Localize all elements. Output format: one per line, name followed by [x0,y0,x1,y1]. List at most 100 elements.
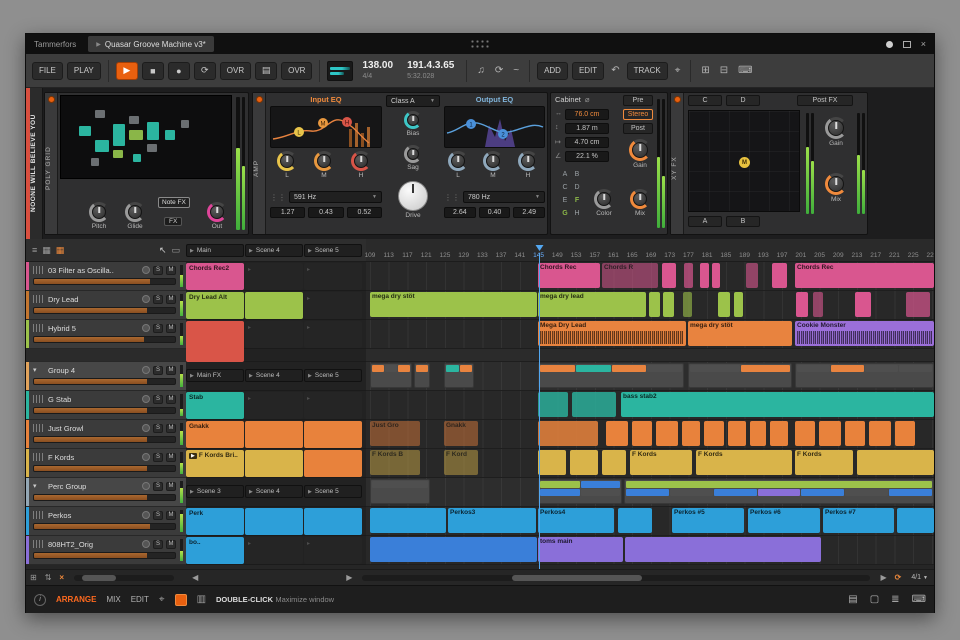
launcher-clip[interactable]: bo.. [186,537,244,564]
fx-chip[interactable]: FX [164,217,183,226]
track-name[interactable]: Perkos [48,511,139,520]
arranger-clip[interactable] [370,537,537,562]
mute-button[interactable]: M [166,539,176,549]
arranger-clip[interactable]: F Kord [444,450,478,475]
input-high-value[interactable]: 0.52 [346,207,382,218]
launcher-clip[interactable] [245,508,303,535]
arranger-clip[interactable] [770,421,788,446]
arm-button[interactable] [142,453,150,461]
track-row[interactable]: Dry Lead S M [26,291,186,320]
track-name[interactable]: Perc Group [48,482,139,491]
launcher-clip[interactable] [245,450,303,477]
arranger-clip[interactable] [538,450,566,475]
arranger-lane[interactable]: F Kords BF Kord F Kords F Kords F Kords [366,449,934,478]
track-row[interactable]: Perkos S M [26,507,186,536]
arranger-clip[interactable] [796,292,808,317]
arranger-clip[interactable] [746,263,758,288]
scene-header[interactable]: ▶ Scene 5 [304,363,362,390]
post-button[interactable]: Post [623,123,653,134]
cue-loop-icon[interactable]: ⟳ [492,65,506,76]
launcher-scroll-right[interactable]: ▶ [342,573,356,582]
pre-button[interactable]: Pre [623,95,653,106]
solo-button[interactable]: S [153,265,163,275]
arranger-lane[interactable] [366,362,934,391]
arranger-clip[interactable] [795,421,815,446]
arranger-clip[interactable]: Perkos3 [448,508,536,533]
arranger-clip[interactable] [656,421,678,446]
arranger-clip[interactable] [572,392,616,417]
panel-layout-icon[interactable]: ⊞ [698,65,712,76]
layered-edit-icon[interactable]: ▤ [255,61,278,80]
grid-module[interactable] [113,124,125,146]
launcher-clip[interactable]: Perk [186,508,244,535]
track-row[interactable]: ▾ Perc Group S M [26,478,186,507]
volume-fader[interactable] [33,494,176,501]
time-select-tool-icon[interactable]: ▭ [171,245,180,256]
clear-icon[interactable]: × [55,573,68,582]
mute-button[interactable]: M [166,423,176,433]
input-mid-knob[interactable]: M [308,151,340,179]
launcher-scroll-left[interactable]: ◀ [188,573,202,582]
arranger-clip[interactable]: Cookie Monster [795,321,934,346]
post-fx-button[interactable]: Post FX [797,95,853,106]
swap-order-icon[interactable]: ⇅ [41,573,56,582]
arranger-clip[interactable] [370,508,446,533]
arranger-clip[interactable] [625,537,821,562]
arm-button[interactable] [142,482,150,490]
xy-pad[interactable]: M [688,110,800,212]
track-name[interactable]: G Stab [48,395,139,404]
expand-tracks-icon[interactable]: ⊞ [26,573,41,582]
amp-mode-select[interactable]: Class A ▼ [386,95,440,107]
play-menu-button[interactable]: PLAY [66,61,101,80]
arranger-clip[interactable] [906,292,930,317]
output-low-value[interactable]: 2.64 [444,207,476,218]
arranger-clip[interactable]: Perkos4 [538,508,614,533]
track-name[interactable]: Hybrid 5 [48,324,139,333]
xy-b-button[interactable]: B [726,216,760,227]
launcher-clip[interactable]: Chords Rec2 [186,263,244,290]
device-power-icon[interactable] [256,96,263,103]
solo-button[interactable]: S [153,539,163,549]
arranger-lane[interactable]: Perkos3 Perkos4 Perkos #5 Perkos #6 Perkos #… [366,507,934,536]
cab-size-value[interactable]: 76.0 cm [565,109,609,120]
mixer-panel-icon[interactable]: ▤ [848,594,857,605]
solo-button[interactable]: S [153,423,163,433]
scene-header[interactable]: ▶ Scene 3 [186,479,244,506]
grid-module[interactable] [95,140,109,152]
pointer-tool-icon[interactable]: ↖ [159,245,167,256]
track-menu-button[interactable]: TRACK [626,61,668,80]
info-icon[interactable]: i [34,593,46,606]
launcher-clip[interactable]: Gnakk [186,421,244,448]
solo-button[interactable]: S [153,323,163,333]
arranger-clip[interactable] [734,292,743,317]
drive-knob[interactable]: Drive [394,181,432,219]
pin-icon[interactable]: ⌖ [672,65,684,76]
position-display[interactable]: 191.4.3.65 5:32.028 [402,61,459,81]
arranger-clip[interactable] [602,450,626,475]
crosshair-icon[interactable]: ⌖ [159,594,165,605]
tracklist-scrollbar[interactable] [74,574,175,581]
arranger-clip[interactable] [819,421,841,446]
arranger-clip[interactable]: F Kords [630,450,692,475]
mute-button[interactable]: M [166,452,176,462]
track-row[interactable]: F Kords S M [26,449,186,478]
timeline-ruler[interactable]: 1091131171211251291331371411451491531571… [365,239,934,261]
arranger-lane[interactable]: Mega Dry Lead mega dry stöt Cookie Monster [366,320,934,349]
automation-icon[interactable]: ~ [510,65,522,76]
mute-button[interactable]: M [166,265,176,275]
clip-slot[interactable]: ▸ [245,321,303,348]
output-high-knob[interactable]: H [512,151,544,179]
arm-button[interactable] [142,540,150,548]
follow-playhead-icon[interactable]: ⟳ [891,573,906,582]
arranger-group-clip[interactable] [538,363,684,388]
launcher-clip[interactable] [186,321,244,362]
launcher-overdub-toggle[interactable]: OVR [281,61,313,80]
arranger-clip[interactable] [663,292,674,317]
arranger-clip[interactable]: F Kords [696,450,792,475]
loop-toggle[interactable]: ⟳ [193,61,216,80]
mute-button[interactable]: M [166,365,176,375]
grid-module[interactable] [165,130,175,140]
cabinet-mix-knob[interactable]: Mix [623,189,657,217]
volume-fader[interactable] [33,307,176,314]
grid-module[interactable] [79,126,91,136]
